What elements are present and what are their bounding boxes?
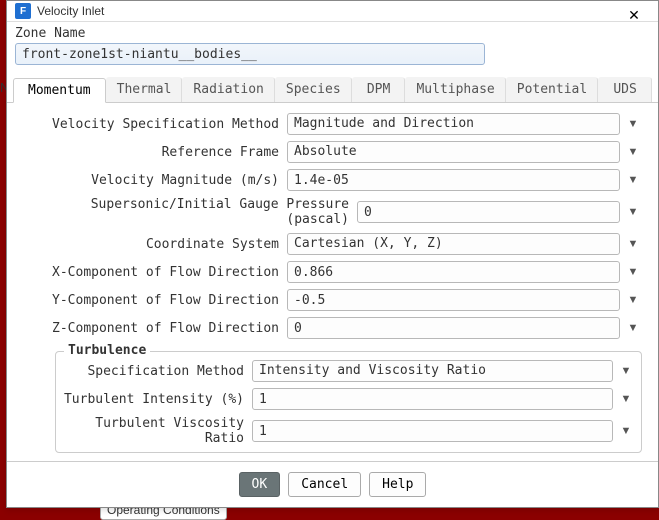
zone-name-input[interactable]: [15, 43, 485, 65]
y-component-input[interactable]: [287, 289, 620, 311]
coordinate-system-select[interactable]: Cartesian (X, Y, Z): [287, 233, 620, 255]
tabs-row: Momentum Thermal Radiation Species DPM M…: [7, 77, 658, 103]
close-icon[interactable]: ✕: [614, 1, 654, 29]
y-component-label: Y-Component of Flow Direction: [23, 293, 283, 308]
turb-spec-method-select[interactable]: Intensity and Viscosity Ratio: [252, 360, 613, 382]
tab-multiphase[interactable]: Multiphase: [405, 77, 505, 102]
reference-frame-select[interactable]: Absolute: [287, 141, 620, 163]
reference-frame-label: Reference Frame: [23, 145, 283, 160]
supersonic-pressure-input[interactable]: [357, 201, 620, 223]
turb-spec-method-label: Specification Method: [62, 364, 248, 379]
dialog-title: Velocity Inlet: [37, 4, 104, 18]
chevron-down-icon[interactable]: ▼: [624, 174, 642, 186]
z-component-input[interactable]: [287, 317, 620, 339]
button-bar: OK Cancel Help: [7, 461, 658, 507]
tab-species[interactable]: Species: [275, 77, 352, 102]
turb-intensity-label: Turbulent Intensity (%): [62, 392, 248, 407]
chevron-down-icon[interactable]: ▼: [617, 425, 635, 437]
chevron-down-icon[interactable]: ▼: [624, 206, 642, 218]
tab-uds[interactable]: UDS: [598, 77, 652, 102]
tab-potential[interactable]: Potential: [506, 77, 598, 102]
velocity-spec-method-select[interactable]: Magnitude and Direction: [287, 113, 620, 135]
supersonic-pressure-label: Supersonic/Initial Gauge Pressure (pasca…: [23, 197, 353, 227]
momentum-form: Velocity Specification Method Magnitude …: [7, 103, 658, 461]
chevron-down-icon[interactable]: ▼: [624, 322, 642, 334]
chevron-down-icon[interactable]: ▼: [624, 266, 642, 278]
velocity-spec-method-label: Velocity Specification Method: [23, 117, 283, 132]
x-component-input[interactable]: [287, 261, 620, 283]
turb-intensity-input[interactable]: [252, 388, 613, 410]
velocity-inlet-dialog: F Velocity Inlet ✕ Zone Name Momentum Th…: [6, 0, 659, 508]
titlebar: F Velocity Inlet ✕: [7, 1, 658, 22]
velocity-magnitude-label: Velocity Magnitude (m/s): [23, 173, 283, 188]
app-icon: F: [15, 3, 31, 19]
chevron-down-icon[interactable]: ▼: [617, 365, 635, 377]
zone-name-label: Zone Name: [15, 26, 650, 41]
z-component-label: Z-Component of Flow Direction: [23, 321, 283, 336]
ok-button[interactable]: OK: [239, 472, 281, 497]
turb-viscosity-ratio-label: Turbulent Viscosity Ratio: [62, 416, 248, 446]
help-button[interactable]: Help: [369, 472, 426, 497]
tab-dpm[interactable]: DPM: [352, 77, 406, 102]
tab-thermal[interactable]: Thermal: [106, 77, 183, 102]
coordinate-system-label: Coordinate System: [23, 237, 283, 252]
turbulence-title: Turbulence: [64, 343, 150, 358]
tab-radiation[interactable]: Radiation: [182, 77, 274, 102]
zone-section: Zone Name: [7, 22, 658, 73]
x-component-label: X-Component of Flow Direction: [23, 265, 283, 280]
cancel-button[interactable]: Cancel: [288, 472, 361, 497]
chevron-down-icon[interactable]: ▼: [624, 118, 642, 130]
turbulence-frame: Turbulence Specification Method Intensit…: [55, 351, 642, 453]
chevron-down-icon[interactable]: ▼: [624, 294, 642, 306]
velocity-magnitude-input[interactable]: [287, 169, 620, 191]
chevron-down-icon[interactable]: ▼: [617, 393, 635, 405]
chevron-down-icon[interactable]: ▼: [624, 146, 642, 158]
chevron-down-icon[interactable]: ▼: [624, 238, 642, 250]
turb-viscosity-ratio-input[interactable]: [252, 420, 613, 442]
tab-momentum[interactable]: Momentum: [13, 78, 106, 103]
